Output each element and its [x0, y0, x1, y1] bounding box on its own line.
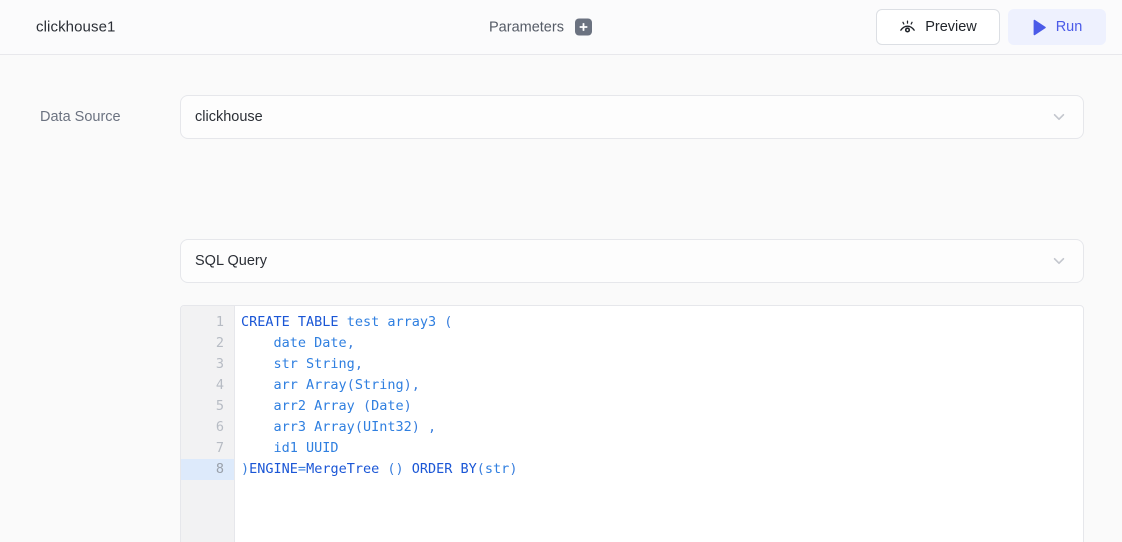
run-button-label: Run	[1056, 19, 1083, 35]
query-type-select[interactable]: SQL Query	[180, 239, 1084, 283]
parameters-label: Parameters	[489, 19, 564, 35]
editor-code-area[interactable]: CREATE TABLE test array3 ( date Date, st…	[235, 306, 1083, 542]
data-source-select[interactable]: clickhouse	[180, 95, 1084, 139]
chevron-down-icon	[1051, 109, 1067, 125]
line-number: 8	[181, 459, 234, 480]
line-number: 5	[181, 396, 234, 417]
code-line: arr3 Array(UInt32) ,	[241, 417, 1083, 438]
code-line: arr2 Array (Date)	[241, 396, 1083, 417]
query-type-row: SQL Query	[180, 239, 1084, 283]
line-number: 1	[181, 312, 234, 333]
code-line: date Date,	[241, 333, 1083, 354]
code-line: id1 UUID	[241, 438, 1083, 459]
line-number: 4	[181, 375, 234, 396]
code-line: str String,	[241, 354, 1083, 375]
code-line: arr Array(String),	[241, 375, 1083, 396]
preview-button[interactable]: Preview	[876, 9, 1000, 45]
chevron-down-icon	[1051, 253, 1067, 269]
add-parameter-button[interactable]	[575, 19, 592, 36]
data-source-label: Data Source	[0, 109, 180, 125]
editor-line-numbers: 12345678	[181, 306, 235, 542]
line-number: 7	[181, 438, 234, 459]
line-number: 3	[181, 354, 234, 375]
code-line: CREATE TABLE test array3 (	[241, 312, 1083, 333]
data-source-row: Data Source clickhouse	[0, 95, 1122, 139]
header-actions: Preview Run	[876, 9, 1106, 45]
play-icon	[1032, 19, 1047, 36]
eye-icon	[899, 20, 916, 35]
line-number: 6	[181, 417, 234, 438]
code-line: )ENGINE=MergeTree () ORDER BY(str)	[241, 459, 1083, 480]
app-header: clickhouse1 Parameters Preview	[0, 0, 1122, 55]
parameters-group: Parameters	[489, 19, 592, 36]
plus-icon	[578, 22, 589, 33]
query-type-value: SQL Query	[195, 253, 267, 269]
sql-code-editor[interactable]: 12345678 CREATE TABLE test array3 ( date…	[180, 305, 1084, 542]
run-button[interactable]: Run	[1008, 9, 1106, 45]
preview-button-label: Preview	[925, 19, 977, 35]
page-title: clickhouse1	[36, 19, 115, 36]
editor-body: Data Source clickhouse SQL Query 1234567…	[0, 55, 1122, 542]
line-number: 2	[181, 333, 234, 354]
data-source-value: clickhouse	[195, 109, 263, 125]
